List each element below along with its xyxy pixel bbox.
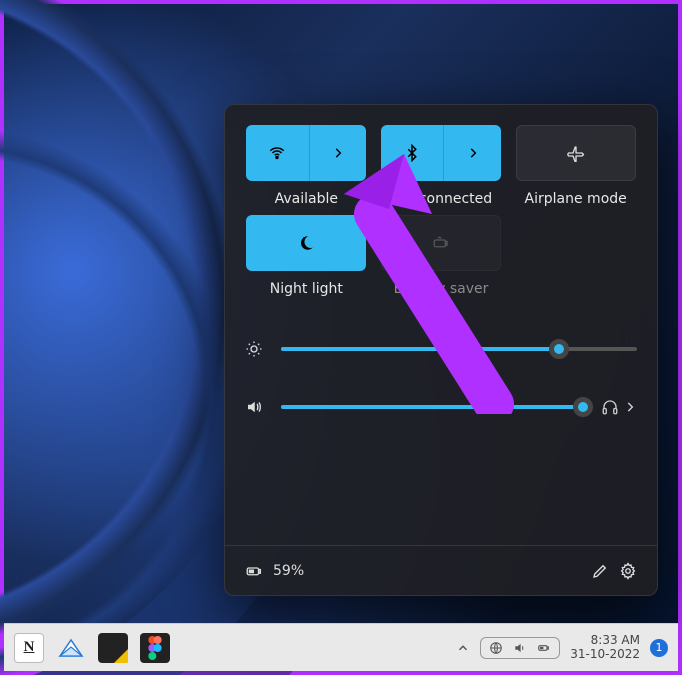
quick-settings-panel: Available Not connected Airplane mode (224, 104, 658, 596)
battery-saver-icon (432, 234, 450, 252)
chevron-right-icon (331, 146, 345, 160)
brightness-slider[interactable] (281, 347, 637, 351)
brightness-row (245, 329, 637, 369)
bluetooth-label: Not connected (390, 191, 492, 207)
clock-date: 31-10-2022 (570, 648, 640, 662)
taskbar-app-notion[interactable]: N (14, 633, 44, 663)
taskbar-app-figma[interactable] (140, 633, 170, 663)
clock-time: 8:33 AM (570, 634, 640, 648)
nightlight-icon (297, 234, 315, 252)
volume-slider[interactable] (281, 405, 583, 409)
chevron-right-icon (623, 400, 637, 414)
edit-icon[interactable] (591, 562, 609, 580)
battery-saver-tile (381, 215, 501, 271)
nightlight-tile[interactable] (246, 215, 366, 271)
wifi-tile[interactable] (246, 125, 366, 181)
taskbar-app-mail[interactable] (56, 633, 86, 663)
battery-saver-label: Battery saver (394, 281, 489, 297)
bluetooth-icon (403, 144, 421, 162)
airplane-label: Airplane mode (525, 191, 627, 207)
tray-quick-settings[interactable] (480, 637, 560, 659)
airplane-icon (567, 144, 585, 162)
bluetooth-expand[interactable] (444, 125, 501, 181)
battery-percent-text[interactable]: 59% (273, 563, 304, 579)
tray-chevron-up-icon[interactable] (456, 641, 470, 655)
airplane-tile[interactable] (516, 125, 636, 181)
bluetooth-toggle[interactable] (381, 125, 444, 181)
settings-icon[interactable] (619, 562, 637, 580)
wifi-icon (268, 144, 286, 162)
volume-icon (245, 398, 263, 416)
quick-settings-footer: 59% (225, 545, 657, 595)
language-icon (489, 641, 503, 655)
wifi-label: Available (275, 191, 338, 207)
taskbar-clock[interactable]: 8:33 AM 31-10-2022 (570, 634, 640, 662)
taskbar: N 8:33 AM 31-10-2022 1 (4, 623, 678, 671)
mail-icon (58, 638, 84, 658)
taskbar-app-sticky-notes[interactable] (98, 633, 128, 663)
wifi-toggle[interactable] (246, 125, 309, 181)
chevron-right-icon (466, 146, 480, 160)
battery-icon (537, 641, 551, 655)
brightness-icon (245, 340, 263, 358)
headphones-icon (601, 398, 619, 416)
figma-icon (147, 636, 163, 660)
volume-output[interactable] (601, 398, 637, 416)
system-tray: 8:33 AM 31-10-2022 1 (456, 634, 668, 662)
notification-badge[interactable]: 1 (650, 639, 668, 657)
quick-settings-tiles: Available Not connected Airplane mode (245, 125, 637, 297)
wifi-expand[interactable] (310, 125, 367, 181)
volume-row (245, 387, 637, 427)
bluetooth-tile[interactable] (381, 125, 501, 181)
battery-icon (245, 562, 263, 580)
volume-icon (513, 641, 527, 655)
nightlight-label: Night light (270, 281, 343, 297)
